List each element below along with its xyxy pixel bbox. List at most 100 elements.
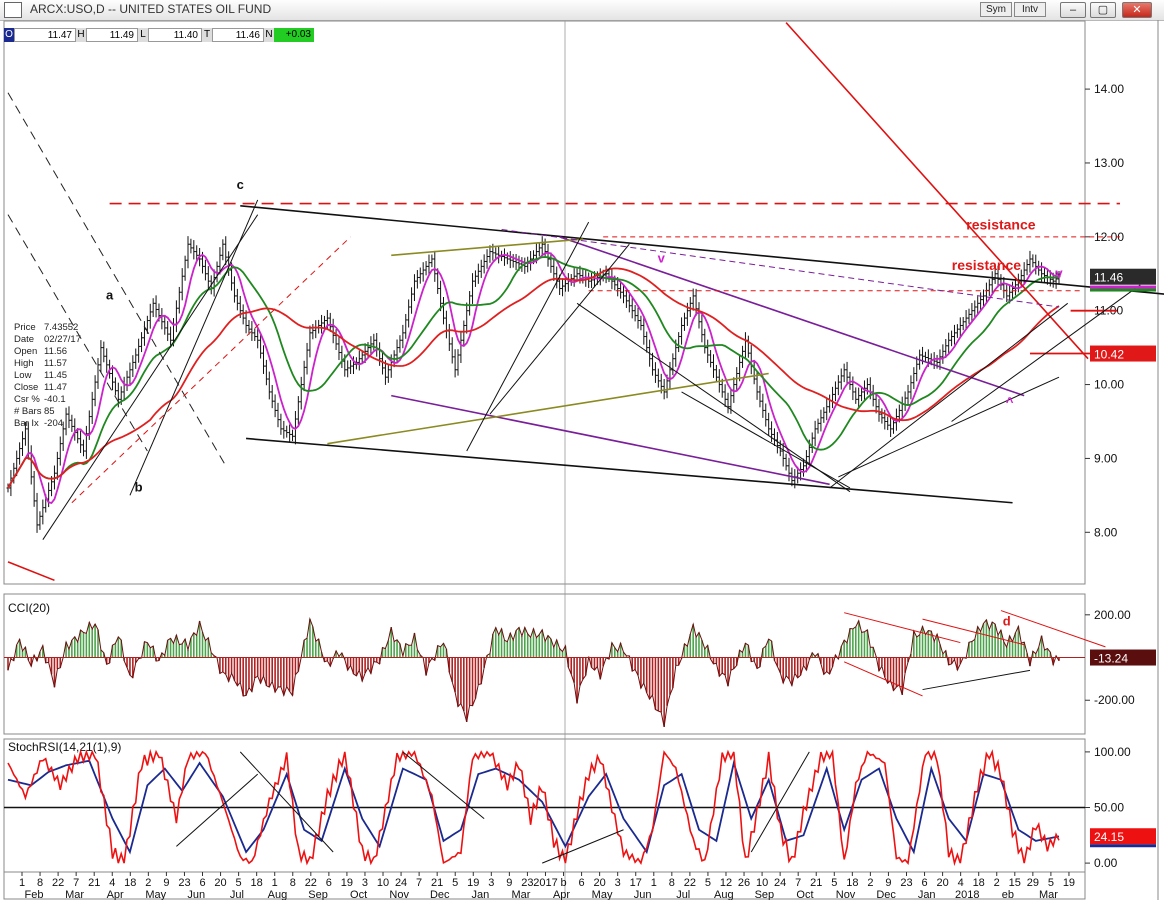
info-key: Csr % bbox=[14, 394, 40, 405]
price-annotation-label: resistance bbox=[966, 216, 1035, 232]
symbol-button[interactable]: Sym bbox=[980, 2, 1012, 17]
interval-button[interactable]: Intv bbox=[1014, 2, 1046, 17]
date-axis-day-label: 9 bbox=[885, 877, 891, 889]
info-row: # Bars 85 bbox=[14, 406, 81, 418]
date-axis-day-label: 22 bbox=[684, 877, 696, 889]
ohlc-open: 11.47 bbox=[14, 28, 76, 42]
date-axis-day-label: 8 bbox=[37, 877, 43, 889]
date-axis-day-label: 24 bbox=[774, 877, 786, 889]
info-key: High bbox=[14, 358, 34, 369]
date-axis-day-label: 23 bbox=[178, 877, 190, 889]
date-axis-day-label: 5 bbox=[705, 877, 711, 889]
ohlc-high-label: H bbox=[76, 28, 86, 42]
date-axis-day-label: 19 bbox=[467, 877, 479, 889]
date-axis-day-label: 21 bbox=[810, 877, 822, 889]
date-axis-day-label: 26 bbox=[738, 877, 750, 889]
info-value: 11.56 bbox=[44, 346, 68, 357]
ohlc-net: +0.03 bbox=[274, 28, 314, 42]
ohlc-low-label: L bbox=[138, 28, 148, 42]
date-axis-month-label: May bbox=[145, 889, 166, 900]
date-axis-day-label: 7 bbox=[416, 877, 422, 889]
ohlc-last-label: T bbox=[202, 28, 212, 42]
date-axis-day-label: 8 bbox=[290, 877, 296, 889]
ohlc-high: 11.49 bbox=[86, 28, 138, 42]
date-axis-day-label: 18 bbox=[251, 877, 263, 889]
title-bar: ARCX:USO,D -- UNITED STATES OIL FUND Sym… bbox=[0, 0, 1164, 21]
info-row: Open 11.56 bbox=[14, 346, 81, 358]
date-axis-day-label: 6 bbox=[326, 877, 332, 889]
ma-value-label: 10.42 bbox=[1094, 348, 1124, 362]
date-axis-day-label: 5 bbox=[236, 877, 242, 889]
date-axis-day-label: 4 bbox=[109, 877, 115, 889]
ma-short-badge bbox=[1090, 285, 1156, 289]
info-row: High 11.57 bbox=[14, 358, 81, 370]
date-axis-day-label: 2017 bbox=[533, 877, 557, 889]
stock-chart[interactable]: 14.0013.0012.0011.0010.009.008.00cabresi… bbox=[0, 20, 1164, 900]
info-key: Low bbox=[14, 370, 32, 381]
info-row: Csr % -40.1 bbox=[14, 394, 81, 406]
minimize-button[interactable]: – bbox=[1060, 2, 1086, 18]
date-axis-day-label: 10 bbox=[756, 877, 768, 889]
date-axis-day-label: 17 bbox=[630, 877, 642, 889]
date-axis-day-label: 9 bbox=[163, 877, 169, 889]
date-axis-day-label: 6 bbox=[199, 877, 205, 889]
date-axis-day-label: 1 bbox=[272, 877, 278, 889]
date-axis-day-label: 7 bbox=[795, 877, 801, 889]
date-axis-day-label: 23 bbox=[521, 877, 533, 889]
ohlc-readout: O 11.47 H 11.49 L 11.40 T 11.46 N +0.03 bbox=[4, 28, 326, 42]
info-value: 7.43552 bbox=[44, 322, 79, 333]
date-axis-day-label: b bbox=[560, 877, 566, 889]
date-axis-month-label: Dec bbox=[876, 889, 896, 900]
date-axis-day-label: 3 bbox=[488, 877, 494, 889]
cci-value-label: -13.24 bbox=[1094, 652, 1128, 666]
date-axis-day-label: 19 bbox=[341, 877, 353, 889]
cci-annotation-label: d bbox=[1003, 613, 1011, 628]
info-row: Price 7.43552 bbox=[14, 322, 81, 334]
date-axis-day-label: 6 bbox=[579, 877, 585, 889]
price-y-tick-label: 14.00 bbox=[1094, 82, 1124, 96]
date-axis-month-label: Nov bbox=[836, 889, 856, 900]
date-axis-month-label: 2018 bbox=[955, 889, 979, 900]
date-axis-day-label: 18 bbox=[846, 877, 858, 889]
date-axis-day-label: 2 bbox=[994, 877, 1000, 889]
date-axis-month-label: eb bbox=[1002, 889, 1014, 900]
date-axis-month-label: Feb bbox=[25, 889, 44, 900]
date-axis-month-label: May bbox=[592, 889, 613, 900]
info-key: Close bbox=[14, 382, 39, 393]
stochrsi-y-tick-label: 0.00 bbox=[1094, 856, 1118, 870]
date-axis-day-label: 1 bbox=[651, 877, 657, 889]
close-button[interactable]: ✕ bbox=[1122, 2, 1152, 18]
date-axis-day-label: 20 bbox=[594, 877, 606, 889]
date-axis-month-label: Jun bbox=[634, 889, 652, 900]
price-annotation-label: v bbox=[1055, 265, 1063, 280]
ohlc-low: 11.40 bbox=[148, 28, 202, 42]
last-price-label: 11.46 bbox=[1094, 271, 1123, 285]
info-key: Open bbox=[14, 346, 38, 357]
info-value: 85 bbox=[44, 406, 55, 417]
info-key: # Bars bbox=[14, 406, 42, 417]
date-axis-day-label: 18 bbox=[973, 877, 985, 889]
cursor-info-box: Price 7.43552 Date 02/27/17 Open 11.56 High 11.… bbox=[14, 322, 81, 430]
date-axis-month-label: Aug bbox=[714, 889, 734, 900]
date-axis-day-label: 22 bbox=[52, 877, 64, 889]
date-axis-day-label: 3 bbox=[615, 877, 621, 889]
ma-mid-badge bbox=[1090, 288, 1156, 292]
price-annotation-label: v bbox=[658, 251, 666, 266]
date-axis-day-label: 3 bbox=[362, 877, 368, 889]
cci-title: CCI(20) bbox=[8, 601, 50, 615]
info-value: 11.45 bbox=[44, 370, 68, 381]
stochrsi-d-badge bbox=[1090, 844, 1156, 848]
price-y-tick-label: 9.00 bbox=[1094, 451, 1118, 465]
price-y-tick-label: 13.00 bbox=[1094, 156, 1124, 170]
date-axis-day-label: 2 bbox=[145, 877, 151, 889]
cci-panel bbox=[3, 593, 1086, 735]
stochrsi-y-tick-label: 50.00 bbox=[1094, 801, 1124, 815]
price-annotation-label: b bbox=[135, 480, 143, 495]
date-axis-day-label: 4 bbox=[958, 877, 964, 889]
date-axis-day-label: 19 bbox=[1063, 877, 1075, 889]
date-axis-day-label: 5 bbox=[1048, 877, 1054, 889]
info-value: 11.47 bbox=[44, 382, 68, 393]
price-annotation-label: a bbox=[106, 288, 114, 303]
restore-button[interactable]: ▢ bbox=[1090, 2, 1116, 18]
ohlc-last: 11.46 bbox=[212, 28, 264, 42]
